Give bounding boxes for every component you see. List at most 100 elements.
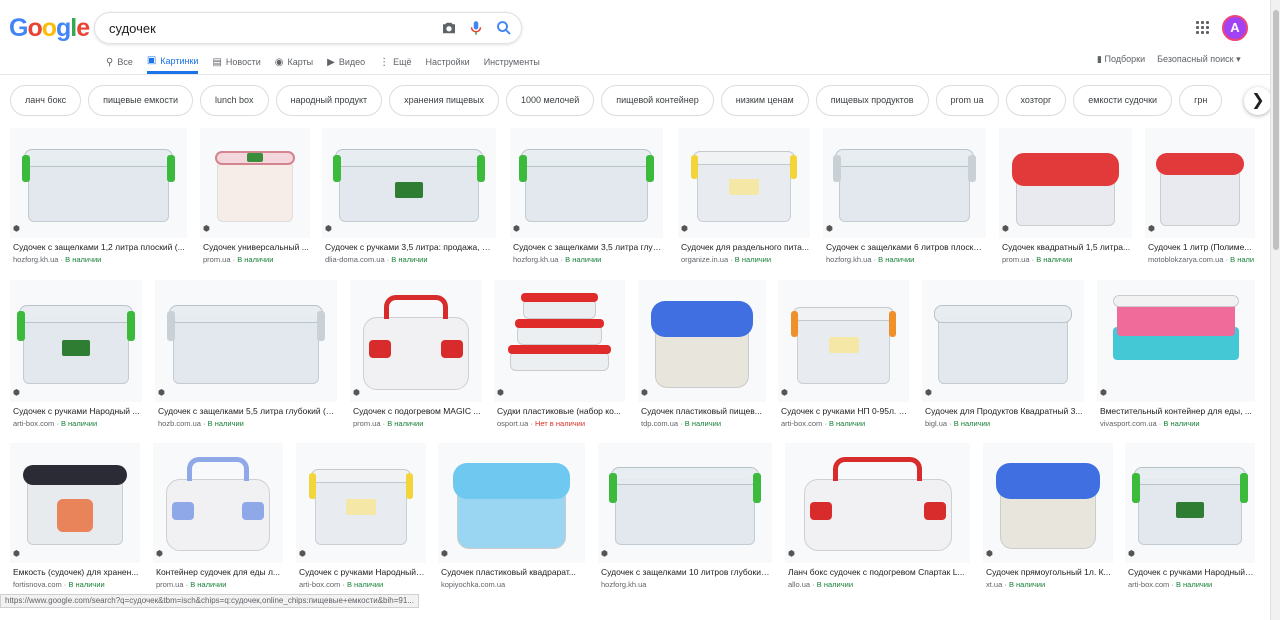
chip[interactable]: lunch box bbox=[199, 85, 269, 116]
image-result[interactable]: ⬢ Судочек прямоугольный 1л. К... xt.ua · В… bbox=[983, 443, 1113, 599]
result-title[interactable]: Судочек с ручками Народный ... bbox=[299, 567, 425, 577]
result-title[interactable]: Ланч бокс судочек с подогревом Спартак L… bbox=[788, 567, 969, 577]
result-title[interactable]: Судочек с защелками 10 литров глубокий..… bbox=[601, 567, 771, 577]
result-title[interactable]: Судочек пластиковый квадрарат... bbox=[441, 567, 584, 577]
result-thumbnail[interactable] bbox=[510, 128, 663, 238]
result-title[interactable]: Судочек квадратный 1,5 литра... bbox=[1002, 242, 1131, 252]
result-thumbnail[interactable] bbox=[10, 443, 140, 563]
result-thumbnail[interactable] bbox=[638, 280, 766, 402]
chip[interactable]: пищевые емкости bbox=[88, 85, 193, 116]
google-logo[interactable]: Google bbox=[9, 14, 90, 43]
tab-images[interactable]: ▣ Картинки bbox=[146, 50, 199, 74]
tab-settings[interactable]: Настройки bbox=[426, 50, 470, 74]
result-thumbnail[interactable] bbox=[922, 280, 1084, 402]
tab-video[interactable]: ▶ Видео bbox=[327, 50, 365, 74]
chip[interactable]: хранения пищевых bbox=[389, 85, 499, 116]
image-result[interactable]: ⬢ Судочек с ручками НП 0-95л. к... arti-bo… bbox=[778, 280, 909, 438]
result-title[interactable]: Емкость (судочек) для хранен... bbox=[13, 567, 139, 577]
result-title[interactable]: Судочек с защелками 6 литров плоски... bbox=[826, 242, 985, 252]
result-title[interactable]: Судки пластиковые (набор ко... bbox=[497, 406, 624, 416]
tab-tools[interactable]: Инструменты bbox=[484, 50, 540, 74]
collections-link[interactable]: ▮ Подборки bbox=[1097, 54, 1145, 65]
tab-news[interactable]: ▤ Новости bbox=[212, 50, 260, 74]
result-thumbnail[interactable] bbox=[10, 128, 187, 238]
search-input[interactable] bbox=[109, 18, 429, 38]
image-result[interactable]: ⬢ Судочек с защелками 10 литров глубокий.… bbox=[598, 443, 772, 599]
result-thumbnail[interactable] bbox=[494, 280, 625, 402]
result-title[interactable]: Судочек с ручками 3,5 литра: продажа, це… bbox=[325, 242, 495, 252]
result-title[interactable]: Судочек с ручками Народный ... bbox=[13, 406, 141, 416]
image-result[interactable]: ⬢ Судочек с защелками 5,5 литра глубокий … bbox=[155, 280, 337, 438]
chip[interactable]: пищевой контейнер bbox=[601, 85, 714, 116]
result-title[interactable]: Судочек с подогревом MAGIC ... bbox=[353, 406, 481, 416]
result-title[interactable]: Судочек с защелками 1,2 литра плоский (.… bbox=[13, 242, 186, 252]
result-thumbnail[interactable] bbox=[983, 443, 1113, 563]
tab-all[interactable]: ⚲ Все bbox=[106, 50, 133, 74]
image-result[interactable]: ⬢ Судочек с ручками Народный ... arti-box.… bbox=[1125, 443, 1255, 599]
result-thumbnail[interactable] bbox=[438, 443, 585, 563]
image-result[interactable]: ⬢ Судочек с защелками 1,2 литра плоский (… bbox=[10, 128, 187, 274]
tab-maps[interactable]: ◉ Карты bbox=[275, 50, 313, 74]
image-result[interactable]: ⬢ Судочек с ручками Народный ... arti-box.… bbox=[296, 443, 426, 599]
result-title[interactable]: Судочек пластиковый пищев... bbox=[641, 406, 765, 416]
chip[interactable]: низким ценам bbox=[720, 85, 809, 116]
camera-icon[interactable] bbox=[440, 19, 458, 37]
image-result[interactable]: ⬢ Судочек с защелками 3,5 литра глубо... h… bbox=[510, 128, 663, 274]
result-thumbnail[interactable] bbox=[10, 280, 142, 402]
chip[interactable]: ланч бокс bbox=[10, 85, 82, 116]
result-title[interactable]: Судочек с защелками 3,5 литра глубо... bbox=[513, 242, 662, 252]
chip[interactable]: грн bbox=[1179, 85, 1223, 116]
result-thumbnail[interactable] bbox=[1097, 280, 1255, 402]
result-thumbnail[interactable] bbox=[1145, 128, 1255, 238]
result-title[interactable]: Вместительный контейнер для еды, ... bbox=[1100, 406, 1254, 416]
result-thumbnail[interactable] bbox=[296, 443, 426, 563]
microphone-icon[interactable] bbox=[467, 19, 485, 37]
chip[interactable]: народный продукт bbox=[275, 85, 383, 116]
result-thumbnail[interactable] bbox=[778, 280, 909, 402]
result-thumbnail[interactable] bbox=[350, 280, 482, 402]
result-thumbnail[interactable] bbox=[785, 443, 970, 563]
chip[interactable]: пищевых продуктов bbox=[815, 85, 929, 116]
image-result[interactable]: ⬢ Судочек для раздельного пита... organize… bbox=[678, 128, 810, 274]
result-thumbnail[interactable] bbox=[598, 443, 772, 563]
result-title[interactable]: Судочек с ручками НП 0-95л. к... bbox=[781, 406, 908, 416]
result-title[interactable]: Судочек с защелками 5,5 литра глубокий (… bbox=[158, 406, 336, 416]
avatar[interactable]: A bbox=[1222, 15, 1248, 41]
image-result[interactable]: ⬢ Судки пластиковые (набор ко... osport.ua… bbox=[494, 280, 625, 438]
result-thumbnail[interactable] bbox=[678, 128, 810, 238]
chevron-right-icon[interactable]: ❯ bbox=[1244, 87, 1272, 115]
image-result[interactable]: ⬢ Судочек пластиковый пищев... tdp.com.ua … bbox=[638, 280, 766, 438]
image-result[interactable]: ⬢ Судочек с ручками Народный ... arti-box.… bbox=[10, 280, 142, 438]
scrollbar-thumb[interactable] bbox=[1273, 10, 1279, 250]
result-thumbnail[interactable] bbox=[823, 128, 986, 238]
result-title[interactable]: Судочек для Продуктов Квадратный 3... bbox=[925, 406, 1083, 416]
apps-grid-icon[interactable] bbox=[1196, 21, 1210, 35]
result-title[interactable]: Судочек с ручками Народный ... bbox=[1128, 567, 1254, 577]
safe-search-dropdown[interactable]: Безопасный поиск ▾ bbox=[1157, 54, 1240, 65]
result-thumbnail[interactable] bbox=[999, 128, 1132, 238]
image-result[interactable]: ⬢ Судочек с защелками 6 литров плоски... h… bbox=[823, 128, 986, 274]
chip[interactable]: емкости судочки bbox=[1073, 85, 1173, 116]
result-title[interactable]: Судочек для раздельного пита... bbox=[681, 242, 809, 252]
image-result[interactable]: ⬢ Ланч бокс судочек с подогревом Спартак … bbox=[785, 443, 970, 599]
result-thumbnail[interactable] bbox=[322, 128, 496, 238]
chip[interactable]: 1000 мелочей bbox=[505, 85, 595, 116]
tab-more[interactable]: ⋮ Ещё bbox=[379, 50, 411, 74]
chip[interactable]: prom ua bbox=[935, 85, 999, 116]
image-result[interactable]: ⬢ Судочек квадратный 1,5 литра... prom.ua … bbox=[999, 128, 1132, 274]
result-thumbnail[interactable] bbox=[153, 443, 283, 563]
result-title[interactable]: Контейнер судочек для еды л... bbox=[156, 567, 282, 577]
result-title[interactable]: Судочек прямоугольный 1л. К... bbox=[986, 567, 1112, 577]
image-result[interactable]: ⬢ Судочек с подогревом MAGIC ... prom.ua ·… bbox=[350, 280, 482, 438]
image-result[interactable]: ⬢ Контейнер судочек для еды л... prom.ua ·… bbox=[153, 443, 283, 599]
result-title[interactable]: Судочек универсальный ... bbox=[203, 242, 309, 252]
image-result[interactable]: ⬢ Вместительный контейнер для еды, ... viv… bbox=[1097, 280, 1255, 438]
search-icon[interactable] bbox=[495, 19, 513, 37]
image-result[interactable]: ⬢ Судочек 1 литр (Полиме... motoblokzarya.… bbox=[1145, 128, 1255, 274]
image-result[interactable]: ⬢ Судочек с ручками 3,5 литра: продажа, ц… bbox=[322, 128, 496, 274]
image-result[interactable]: ⬢ Судочек пластиковый квадрарат... kopiyoc… bbox=[438, 443, 585, 599]
image-result[interactable]: ⬢ Судочек универсальный ... prom.ua · В на… bbox=[200, 128, 310, 274]
result-thumbnail[interactable] bbox=[155, 280, 337, 402]
image-result[interactable]: ⬢ Судочек для Продуктов Квадратный 3... bi… bbox=[922, 280, 1084, 438]
chip[interactable]: хозторг bbox=[1005, 85, 1067, 116]
